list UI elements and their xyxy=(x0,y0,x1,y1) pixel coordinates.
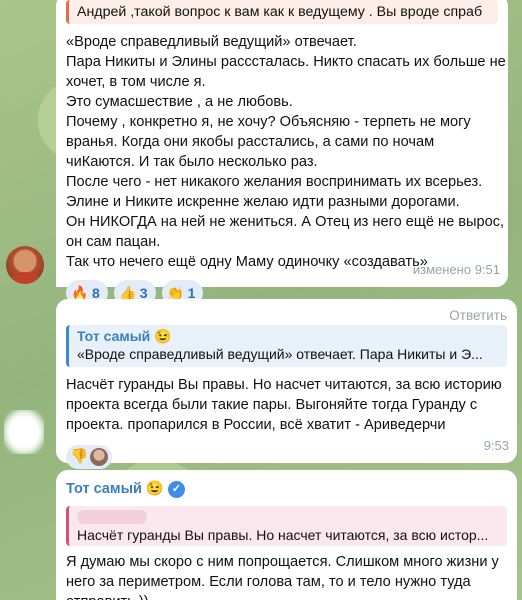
message-text: Я думаю мы скоро с ним попрощается. Слиш… xyxy=(66,552,507,600)
blurred-author xyxy=(77,510,147,524)
reply-quote[interactable]: Тот самый 😉 «Вроде справедливый ведущий»… xyxy=(66,325,507,367)
quote-text: «Вроде справедливый ведущий» отвечает. П… xyxy=(77,346,483,362)
message-line: отправить )) xyxy=(66,592,507,600)
verified-icon: ✓ xyxy=(167,480,185,498)
message-line: Насчёт гуранды Вы правы. Но насчет читаю… xyxy=(66,377,502,393)
message-line: вранья. Когда они якобы расстались, а са… xyxy=(66,134,435,150)
message-line: он сам пацан. xyxy=(66,234,161,250)
message-line: «Вроде справедливый ведущий» отвечает. xyxy=(66,34,357,50)
message-line: хочет, в том числе я. xyxy=(66,74,206,90)
quote-text: Насчёт гуранды Вы правы. Но насчет читаю… xyxy=(77,527,489,543)
message-line: Элине и Никите искренне желаю идти разны… xyxy=(66,194,460,210)
edited-timestamp: изменено 9:51 xyxy=(412,262,500,277)
message-line: Это сумасшествие , а не любовь. xyxy=(66,94,293,110)
sender-name[interactable]: Тот самый 😉 ✓ xyxy=(66,479,507,499)
reactions-bar: 👎 xyxy=(66,445,507,469)
avatar[interactable] xyxy=(4,410,44,454)
message-line: проекта всегда были такие пары. Выгоняйт… xyxy=(66,397,478,413)
sender-name-text: Тот самый 😉 xyxy=(66,481,164,497)
reply-quote[interactable]: Андрей ,такой вопрос к вам как к ведущем… xyxy=(66,0,498,24)
thumbs-down-icon: 👎 xyxy=(70,449,89,465)
quote-text: Андрей ,такой вопрос к вам как к ведущем… xyxy=(77,4,483,20)
reaction-thumbs-down[interactable]: 👎 xyxy=(66,445,113,469)
reply-quote[interactable]: Насчёт гуранды Вы правы. Но насчет читаю… xyxy=(66,506,507,546)
message-line: него за периметром. Если голова там, то … xyxy=(66,574,471,590)
message-text: «Вроде справедливый ведущий» отвечает. П… xyxy=(66,32,506,272)
message-text: Насчёт гуранды Вы правы. Но насчет читаю… xyxy=(66,375,507,435)
message-bubble-1[interactable]: Андрей ,такой вопрос к вам как к ведущем… xyxy=(56,0,508,306)
message-line: чиКаются. И так было несколько раз. xyxy=(66,154,318,170)
quote-author: Тот самый 😉 xyxy=(77,328,172,344)
message-bubble-3[interactable]: Тот самый 😉 ✓ Насчёт гуранды Вы правы. Н… xyxy=(56,470,517,600)
message-line: Пара Никиты и Элины расссталась. Никто с… xyxy=(66,54,506,70)
message-line: Он НИКОГДА на ней не жениться. А Отец из… xyxy=(66,214,505,230)
message-line: Почему , конкретно я, не хочу? Объясняю … xyxy=(66,114,471,130)
reply-button[interactable]: Ответить xyxy=(449,306,507,326)
avatar[interactable] xyxy=(6,246,44,284)
message-line: Я думаю мы скоро с ним попрощается. Слиш… xyxy=(66,554,499,570)
message-line: После чего - нет никакого желания воспри… xyxy=(66,174,483,190)
message-timestamp: 9:53 xyxy=(483,438,509,453)
message-bubble-2[interactable]: Ответить Тот самый 😉 «Вроде справедливый… xyxy=(56,299,517,469)
reactor-avatar xyxy=(90,448,109,466)
message-line: проекта. пропарился в России, всё хватит… xyxy=(66,417,446,433)
